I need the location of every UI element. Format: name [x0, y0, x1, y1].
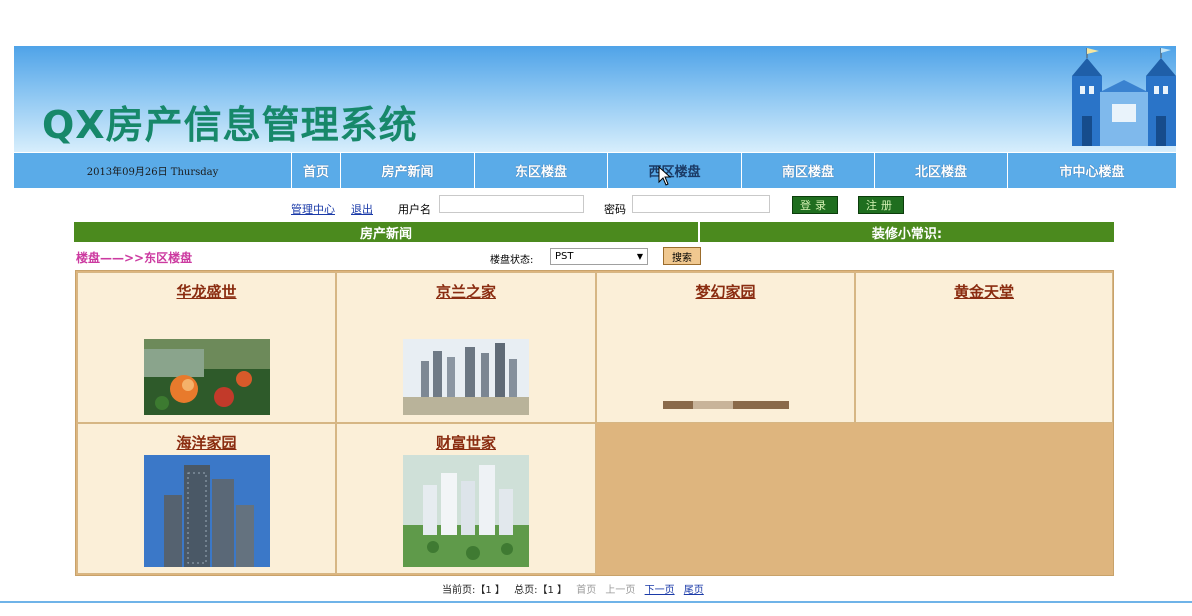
nav-item-home[interactable]: 首页 [292, 153, 341, 188]
username-input[interactable] [439, 195, 584, 213]
nav-date: 2013年09月26日 Thursday [14, 153, 292, 188]
password-input[interactable] [632, 195, 770, 213]
main-nav: 2013年09月26日 Thursday 首页 房产新闻 东区楼盘 西区楼盘 南… [14, 153, 1176, 188]
pager-prev-link: 上一页 [605, 585, 636, 596]
partial-broken-photo[interactable] [663, 401, 789, 409]
admin-center-link[interactable]: 管理中心 [291, 201, 335, 217]
nav-item-south[interactable]: 南区楼盘 [742, 153, 875, 188]
password-label: 密码 [604, 203, 626, 216]
pager-total-label: 总页: [514, 585, 538, 596]
pager-last-link[interactable]: 尾页 [684, 585, 704, 596]
status-select-value: PST [555, 251, 574, 262]
property-card: 梦幻家园 [596, 272, 855, 423]
pager-current-value: 【1 】 [475, 585, 505, 596]
status-select[interactable]: PST ▼ [550, 248, 648, 265]
register-button[interactable]: 注册 [858, 196, 904, 214]
property-name-link[interactable]: 京兰之家 [337, 281, 595, 302]
nav-item-east[interactable]: 东区楼盘 [475, 153, 608, 188]
pager-first-link: 首页 [576, 585, 597, 596]
property-name-link[interactable]: 黄金天堂 [856, 281, 1112, 302]
highrise-blue-sky-photo[interactable] [144, 455, 270, 567]
property-grid: 华龙盛世 京兰之家 梦幻家园 黄金天堂 海洋家园 财富世家 [75, 270, 1114, 576]
logout-link[interactable]: 退出 [351, 201, 373, 217]
search-button[interactable]: 搜索 [663, 247, 701, 265]
pagination: 当前页:【1 】 总页:【1 】 首页 上一页 下一页 尾页 [442, 581, 710, 596]
property-card: 海洋家园 [77, 423, 336, 574]
castle-logo-icon [1072, 48, 1176, 146]
property-name-link[interactable]: 华龙盛世 [78, 281, 335, 302]
tips-section-header: 装修小常识: [700, 222, 1114, 242]
property-card: 京兰之家 [336, 272, 596, 423]
flower-garden-photo[interactable] [144, 339, 270, 415]
property-card: 华龙盛世 [77, 272, 336, 423]
footer-divider [0, 601, 1192, 603]
breadcrumb: 楼盘——>>东区楼盘 [76, 251, 193, 265]
news-section-header: 房产新闻 [74, 222, 698, 242]
nav-item-north[interactable]: 北区楼盘 [875, 153, 1008, 188]
aerial-complex-photo[interactable] [403, 455, 529, 567]
nav-item-west[interactable]: 西区楼盘 [608, 153, 742, 188]
property-card: 黄金天堂 [855, 272, 1113, 423]
chevron-down-icon: ▼ [636, 252, 643, 261]
username-label: 用户名 [398, 203, 431, 216]
mouse-cursor-icon [658, 166, 672, 186]
pager-total-value: 【1 】 [537, 585, 568, 596]
property-card: 财富世家 [336, 423, 596, 574]
status-filter-label: 楼盘状态: [490, 255, 534, 266]
pager-next-link[interactable]: 下一页 [645, 585, 675, 596]
header-banner: QX房产信息管理系统 [14, 46, 1176, 152]
nav-item-news[interactable]: 房产新闻 [341, 153, 475, 188]
nav-item-center[interactable]: 市中心楼盘 [1008, 153, 1176, 188]
login-button[interactable]: 登录 [792, 196, 838, 214]
property-name-link[interactable]: 梦幻家园 [597, 281, 854, 302]
login-bar: 管理中心 退出 用户名 密码 登录 注册 [0, 193, 1192, 217]
pager-current-label: 当前页: [442, 585, 476, 596]
property-name-link[interactable]: 海洋家园 [78, 432, 335, 453]
property-name-link[interactable]: 财富世家 [337, 432, 595, 453]
skyline-towers-photo[interactable] [403, 339, 529, 415]
site-title: QX房产信息管理系统 [42, 103, 418, 147]
